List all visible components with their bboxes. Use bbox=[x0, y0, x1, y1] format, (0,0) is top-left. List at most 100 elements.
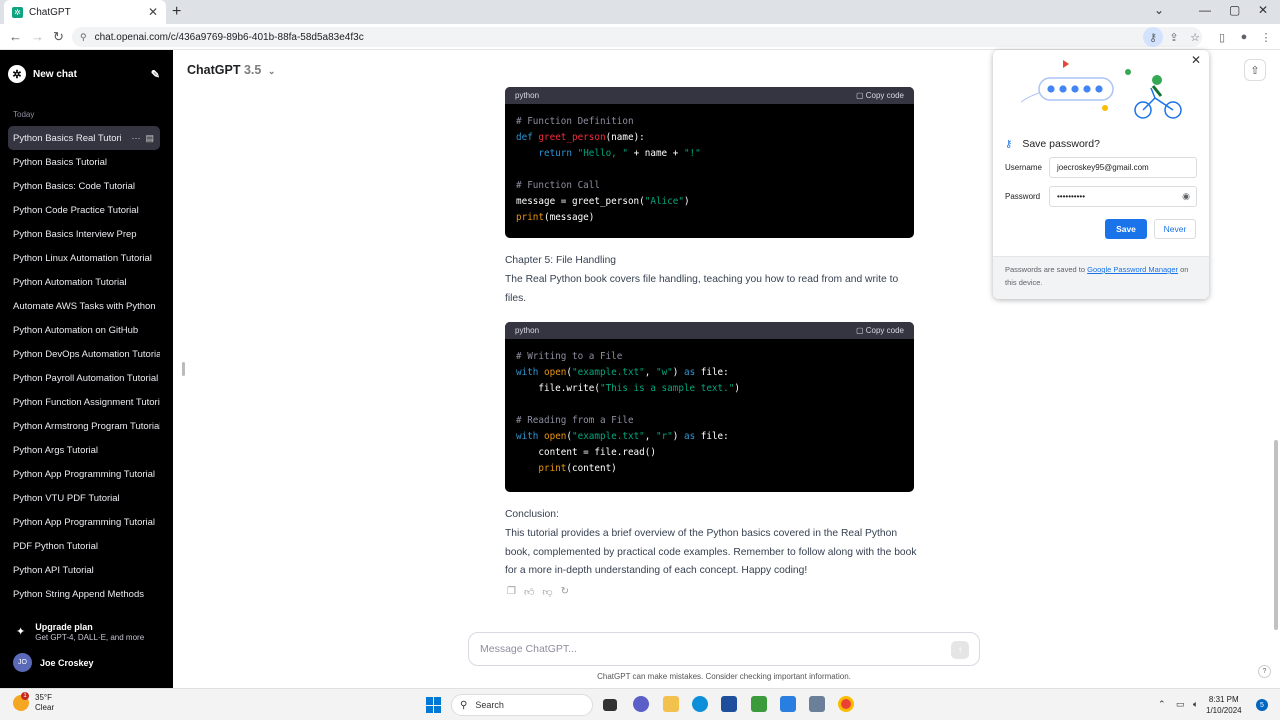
message-input[interactable]: Message ChatGPT... ↑ bbox=[468, 632, 980, 666]
network-icon[interactable]: ▭ bbox=[1176, 699, 1185, 710]
chat-item[interactable]: Python Code Practice Tutorial bbox=[8, 198, 160, 222]
copy-code-button[interactable]: ▢ Copy code bbox=[856, 91, 904, 100]
thumbs-down-icon[interactable]: 👎︎ bbox=[542, 586, 552, 598]
restore-icon[interactable]: ▢ bbox=[1229, 3, 1240, 17]
chat-item[interactable]: Python Automation on GitHub bbox=[8, 318, 160, 342]
chat-item[interactable]: Python Basics: Code Tutorial bbox=[8, 174, 160, 198]
share-icon: ⇧ bbox=[1250, 64, 1260, 77]
username-field[interactable]: joecroskey95@gmail.com bbox=[1049, 157, 1197, 178]
edge-icon[interactable] bbox=[692, 696, 708, 712]
chat-item-label: Python Function Assignment Tutorial bbox=[13, 396, 160, 408]
new-chat-button[interactable]: ✲ New chat ✎ bbox=[8, 62, 160, 86]
chat-item[interactable]: Python VTU PDF Tutorial bbox=[8, 486, 160, 510]
tab-search-chevron-icon[interactable]: ⌄ bbox=[1154, 3, 1164, 17]
code-header: python ▢ Copy code bbox=[505, 322, 914, 339]
user-menu-button[interactable]: JO Joe Croskey bbox=[13, 653, 94, 672]
chapter-heading: Chapter 5: File Handling bbox=[505, 255, 617, 266]
chat-item-label: Python VTU PDF Tutorial bbox=[13, 492, 120, 504]
browser-menu-icon[interactable]: ⋮ bbox=[1256, 27, 1276, 47]
copy-icon[interactable]: ❐ bbox=[507, 586, 516, 598]
chat-item[interactable]: Python Basics Interview Prep bbox=[8, 222, 160, 246]
chat-item[interactable]: Python Args Tutorial bbox=[8, 438, 160, 462]
search-icon: ⚲ bbox=[460, 699, 468, 711]
tab-close-icon[interactable]: ✕ bbox=[148, 5, 158, 19]
model-selector[interactable]: ChatGPT 3.5 ⌄ bbox=[187, 63, 275, 77]
upgrade-plan-button[interactable]: ✦ Upgrade plan Get GPT-4, DALL·E, and mo… bbox=[16, 622, 144, 642]
vscode-icon[interactable] bbox=[780, 696, 796, 712]
password-manager-link[interactable]: Google Password Manager bbox=[1087, 265, 1178, 274]
url-bar[interactable]: ⚲ chat.openai.com/c/436a9769-89b6-401b-8… bbox=[72, 27, 1202, 47]
chat-item-label: Python Automation Tutorial bbox=[13, 276, 127, 288]
clock[interactable]: 8:31 PM 1/10/2024 bbox=[1206, 694, 1242, 716]
openai-logo-icon: ✲ bbox=[8, 65, 26, 83]
username-value: joecroskey95@gmail.com bbox=[1057, 163, 1149, 172]
user-name: Joe Croskey bbox=[40, 657, 94, 668]
scrollbar[interactable] bbox=[1274, 440, 1278, 630]
url-text: chat.openai.com/c/436a9769-89b6-401b-88f… bbox=[94, 31, 364, 43]
chat-item[interactable]: Python String Append Methods bbox=[8, 582, 160, 606]
chat-item-label: Python DevOps Automation Tutorial bbox=[13, 348, 160, 360]
chat-item[interactable]: Python Payroll Automation Tutorial bbox=[8, 366, 160, 390]
new-tab-icon[interactable]: + bbox=[172, 3, 181, 21]
save-password-button[interactable]: Save bbox=[1105, 219, 1147, 239]
send-button[interactable]: ↑ bbox=[951, 641, 969, 659]
show-password-icon[interactable]: ◉ bbox=[1182, 191, 1190, 202]
close-dialog-icon[interactable]: ✕ bbox=[1191, 53, 1201, 67]
bookmark-star-icon[interactable]: ☆ bbox=[1185, 27, 1205, 47]
volume-icon[interactable]: 🔈︎ bbox=[1193, 699, 1198, 710]
copy-code-button[interactable]: ▢ Copy code bbox=[856, 326, 904, 335]
chat-item[interactable]: Python Basics Real Tutorial ⋯ ▤ bbox=[8, 126, 160, 150]
chat-item[interactable]: Python App Programming Tutorial bbox=[8, 510, 160, 534]
password-field[interactable]: •••••••••• ◉ bbox=[1049, 186, 1197, 207]
weather-widget[interactable]: 1 35°F Clear bbox=[13, 692, 55, 713]
key-icon: ⚷ bbox=[1005, 138, 1013, 150]
thumbs-up-icon[interactable]: 👍︎ bbox=[524, 586, 534, 598]
browser-tab[interactable]: ✲ ChatGPT ✕ bbox=[4, 0, 166, 24]
chat-item[interactable]: Python App Programming Tutorial bbox=[8, 462, 160, 486]
share-chat-button[interactable]: ⇧ bbox=[1244, 59, 1266, 81]
chat-options-icon[interactable]: ⋯ ▤ bbox=[131, 133, 160, 144]
chat-item[interactable]: Python DevOps Automation Tutorial bbox=[8, 342, 160, 366]
window-close-icon[interactable]: ✕ bbox=[1258, 3, 1268, 17]
password-key-icon[interactable]: ⚷ bbox=[1143, 27, 1163, 47]
share-page-icon[interactable]: ⇪ bbox=[1164, 27, 1184, 47]
chat-item[interactable]: Python Automation Tutorial bbox=[8, 270, 160, 294]
save-password-dialog: ✕ ⚷ Save password? Username joecroskey95… bbox=[993, 50, 1209, 299]
chat-item[interactable]: Python Linux Automation Tutorial bbox=[8, 246, 160, 270]
forward-icon[interactable]: → bbox=[31, 29, 44, 44]
reload-icon[interactable]: ↻ bbox=[53, 29, 64, 45]
profile-icon[interactable]: ● bbox=[1234, 27, 1254, 47]
tray-overflow-icon[interactable]: ⌃ bbox=[1158, 699, 1166, 710]
chat-item[interactable]: Python Function Assignment Tutorial bbox=[8, 390, 160, 414]
taskbar-search[interactable]: ⚲ Search bbox=[451, 694, 593, 716]
site-info-icon[interactable]: ⚲ bbox=[80, 32, 87, 43]
help-icon[interactable]: ? bbox=[1258, 665, 1271, 678]
minimize-icon[interactable]: — bbox=[1199, 3, 1211, 17]
teams-chat-icon[interactable] bbox=[633, 696, 649, 712]
chat-item-label: Python App Programming Tutorial bbox=[13, 516, 156, 528]
upgrade-subtitle: Get GPT-4, DALL·E, and more bbox=[35, 633, 145, 642]
never-button[interactable]: Never bbox=[1154, 219, 1196, 239]
task-view-icon[interactable] bbox=[603, 699, 617, 711]
chat-item-label: Python Basics Tutorial bbox=[13, 156, 107, 168]
weather-condition: Clear bbox=[35, 703, 55, 712]
store-icon[interactable] bbox=[721, 696, 737, 712]
compose-icon[interactable]: ✎ bbox=[151, 68, 160, 81]
chat-item-label: Python Basics: Code Tutorial bbox=[13, 180, 135, 192]
chat-item[interactable]: Python API Tutorial bbox=[8, 558, 160, 582]
regenerate-icon[interactable]: ↻ bbox=[561, 586, 569, 598]
app-icon[interactable] bbox=[809, 696, 825, 712]
chat-item[interactable]: Automate AWS Tasks with Python bbox=[8, 294, 160, 318]
notification-badge[interactable]: 5 bbox=[1256, 699, 1268, 711]
start-button[interactable] bbox=[426, 697, 442, 713]
chat-item-label: Automate AWS Tasks with Python bbox=[13, 300, 156, 312]
notepad-icon[interactable] bbox=[751, 696, 767, 712]
side-panel-icon[interactable]: ▯ bbox=[1212, 27, 1232, 47]
chat-item[interactable]: Python Basics Tutorial bbox=[8, 150, 160, 174]
chat-item[interactable]: Python Armstrong Program Tutorial bbox=[8, 414, 160, 438]
back-icon[interactable]: ← bbox=[9, 29, 22, 44]
chat-item[interactable]: PDF Python Tutorial bbox=[8, 534, 160, 558]
sidebar-toggle-handle[interactable] bbox=[182, 362, 185, 376]
file-explorer-icon[interactable] bbox=[663, 696, 679, 712]
chrome-icon[interactable] bbox=[838, 696, 854, 712]
